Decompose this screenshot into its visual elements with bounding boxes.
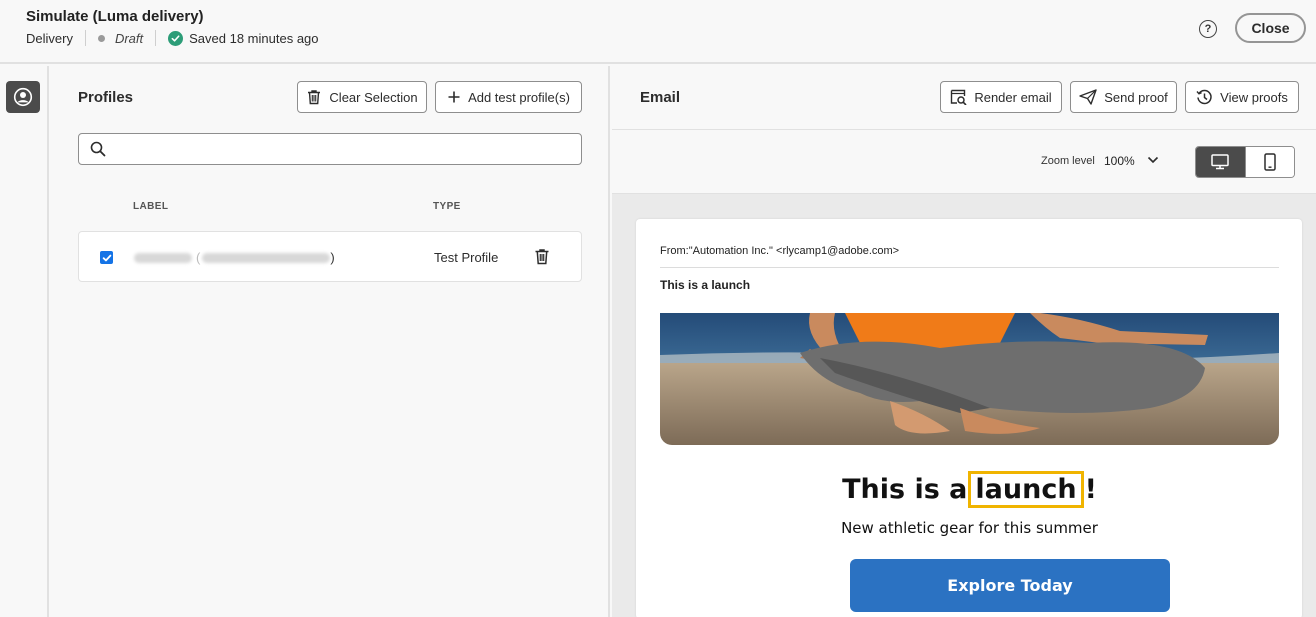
headline-text: This is a — [842, 474, 968, 505]
delivery-meta: Delivery Draft Saved 18 minutes ago — [26, 30, 319, 46]
profile-type: Test Profile — [434, 250, 499, 265]
column-header-label[interactable]: LABEL — [133, 201, 168, 212]
profiles-rail-button[interactable] — [6, 81, 40, 113]
explore-today-button[interactable]: Explore Today — [850, 559, 1170, 612]
email-subheadline: New athletic gear for this summer — [841, 519, 1098, 537]
history-icon — [1196, 89, 1212, 104]
add-test-profile-label: Add test profile(s) — [468, 89, 570, 105]
saved-status: Saved 18 minutes ago — [189, 30, 319, 46]
plus-icon — [448, 91, 460, 103]
divider — [84, 30, 86, 46]
trash-icon — [308, 90, 321, 105]
chevron-down-icon[interactable] — [1147, 156, 1159, 164]
clear-selection-label: Clear Selection — [329, 89, 418, 105]
send-icon — [1079, 89, 1097, 105]
status-text: Draft — [114, 30, 144, 46]
email-from: From:"Automation Inc." <rlycamp1@adobe.c… — [660, 245, 900, 257]
close-button[interactable]: Close — [1235, 13, 1306, 43]
hero-image — [660, 313, 1279, 445]
profile-search[interactable] — [78, 133, 582, 165]
render-email-label: Render email — [974, 89, 1052, 105]
row-checkbox[interactable] — [100, 251, 113, 264]
redacted-email — [202, 252, 331, 263]
send-proof-button[interactable]: Send proof — [1070, 81, 1177, 113]
divider — [660, 267, 1279, 268]
email-preview: From:"Automation Inc." <rlycamp1@adobe.c… — [636, 219, 1302, 617]
render-email-button[interactable]: Render email — [940, 81, 1062, 113]
help-icon[interactable]: ? — [1199, 20, 1217, 38]
device-toggle — [1195, 146, 1295, 178]
mobile-icon — [1264, 153, 1276, 171]
profile-label: ( ) — [134, 250, 335, 265]
mobile-view-button[interactable] — [1244, 147, 1294, 177]
checkmark-icon — [102, 254, 111, 261]
page-title: Simulate (Luma delivery) — [26, 8, 204, 25]
render-preview-icon — [951, 89, 967, 105]
zoom-value[interactable]: 100% — [1104, 154, 1135, 168]
highlighted-personalization[interactable]: launch — [968, 471, 1084, 508]
view-proofs-label: View proofs — [1220, 89, 1288, 105]
column-header-type[interactable]: TYPE — [433, 201, 461, 212]
email-title: Email — [640, 89, 681, 106]
checkmark-icon — [168, 30, 184, 46]
add-test-profile-button[interactable]: Add test profile(s) — [435, 81, 582, 113]
email-subject: This is a launch — [660, 278, 751, 292]
clear-selection-button[interactable]: Clear Selection — [297, 81, 427, 113]
page-header: Simulate (Luma delivery) Delivery Draft … — [0, 0, 1316, 64]
profile-label-suffix: ) — [330, 250, 335, 265]
desktop-view-button[interactable] — [1196, 147, 1245, 177]
email-panel: Email Render email Send proof View proof… — [612, 66, 1316, 617]
search-input[interactable] — [115, 138, 575, 160]
search-icon — [90, 141, 106, 157]
table-row[interactable]: ( ) Test Profile — [78, 231, 582, 282]
draft-status-dot — [97, 34, 105, 42]
desktop-icon — [1211, 154, 1230, 170]
email-toolbar: Email Render email Send proof View proof… — [612, 66, 1316, 130]
profiles-title: Profiles — [78, 89, 134, 106]
redacted-name — [134, 252, 192, 263]
send-proof-label: Send proof — [1104, 89, 1168, 105]
headline-suffix: ! — [1084, 474, 1097, 505]
profiles-panel: Profiles Clear Selection Add test profil… — [51, 66, 610, 617]
preview-controls: Zoom level 100% — [612, 130, 1316, 194]
left-rail — [0, 66, 49, 617]
view-proofs-button[interactable]: View proofs — [1185, 81, 1299, 113]
divider — [155, 30, 157, 46]
delivery-type: Delivery — [26, 30, 73, 46]
delete-row-icon[interactable] — [534, 248, 550, 265]
zoom-label: Zoom level — [1041, 155, 1095, 167]
user-icon — [13, 87, 33, 107]
email-headline: This is a launch! — [660, 471, 1279, 508]
